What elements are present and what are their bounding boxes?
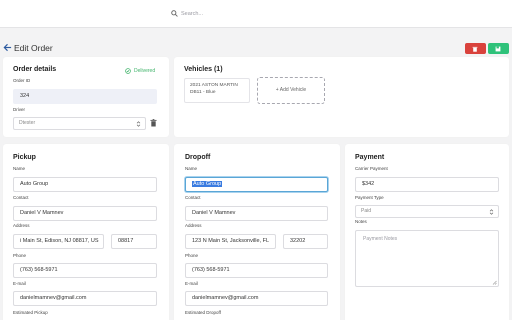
- dropoff-address-label: Address: [185, 223, 202, 228]
- dropoff-email-field[interactable]: danielmamnev@gmail.com: [185, 291, 328, 306]
- dropoff-phone-label: Phone: [185, 253, 199, 258]
- dropoff-email-label: E-mail: [185, 281, 198, 286]
- pickup-estimated-label: Estimated Pickup: [13, 310, 48, 315]
- dropoff-title: Dropoff: [185, 154, 211, 161]
- dropoff-name-value: Auto Group: [192, 181, 223, 187]
- remove-driver-icon[interactable]: [150, 119, 157, 127]
- pickup-contact-field[interactable]: Daniel V Mamnev: [13, 206, 157, 221]
- save-button[interactable]: [488, 43, 509, 54]
- pickup-phone-label: Phone: [13, 253, 27, 258]
- dropoff-address-field[interactable]: 123 N Main St, Jacksonville, FL: [185, 234, 276, 249]
- order-id-label: Order ID: [13, 78, 31, 83]
- page-title: Edit Order: [14, 43, 53, 53]
- chevron-updown-icon: [136, 121, 141, 127]
- dropoff-contact-field[interactable]: Daniel V Mamnev: [185, 206, 328, 221]
- payment-notes-placeholder: Payment Notes: [363, 236, 398, 242]
- dropoff-name-label: Name: [185, 166, 198, 171]
- vehicle-item[interactable]: 2021 ASTON MARTIN DB11 - Blue: [184, 78, 250, 103]
- status-badge: Delivered: [134, 68, 156, 74]
- notes-label: Notes: [355, 219, 367, 224]
- carrier-payment-label: Carrier Payment: [355, 166, 388, 171]
- pickup-name-field[interactable]: Auto Group: [13, 177, 157, 192]
- save-icon: [495, 46, 501, 52]
- pickup-name-label: Name: [13, 166, 26, 171]
- search-icon: [171, 10, 178, 17]
- order-id-field[interactable]: 324: [13, 89, 157, 104]
- pickup-email-field[interactable]: danielmamnev@gmail.com: [13, 291, 157, 306]
- payment-type-select[interactable]: Paid: [355, 205, 499, 218]
- dropoff-zip-field[interactable]: 32202: [283, 234, 328, 249]
- carrier-payment-field[interactable]: $342: [355, 177, 499, 192]
- chevron-updown-icon: [489, 209, 494, 215]
- dropoff-estimated-label: Estimated Dropoff: [185, 310, 221, 315]
- dropoff-name-field[interactable]: Auto Group: [185, 177, 328, 192]
- order-details-title: Order details: [13, 66, 57, 73]
- payment-title: Payment: [355, 154, 385, 161]
- driver-label: Driver: [13, 107, 25, 112]
- pickup-address-label: Address: [13, 223, 30, 228]
- dropoff-contact-label: Contact: [185, 195, 201, 200]
- back-arrow-icon[interactable]: [3, 43, 12, 52]
- top-bar: [0, 0, 512, 28]
- pickup-title: Pickup: [13, 154, 36, 161]
- pickup-contact-label: Contact: [13, 195, 29, 200]
- payment-type-value: Paid: [361, 208, 372, 214]
- driver-select-value: Dtester: [19, 120, 36, 126]
- pickup-zip-field[interactable]: 08817: [111, 234, 157, 249]
- pickup-phone-field[interactable]: (763) 568-5971: [13, 263, 157, 278]
- driver-select[interactable]: Dtester: [13, 117, 146, 130]
- payment-notes-textarea[interactable]: Payment Notes: [355, 230, 499, 287]
- delete-button[interactable]: [465, 43, 486, 54]
- check-circle-icon: [125, 68, 131, 74]
- trash-icon: [472, 46, 478, 52]
- add-vehicle-button[interactable]: + Add Vehicle: [257, 77, 325, 104]
- pickup-email-label: E-mail: [13, 281, 26, 286]
- vehicles-title: Vehicles (1): [184, 66, 223, 73]
- dropoff-phone-field[interactable]: (763) 568-5971: [185, 263, 328, 278]
- search-input[interactable]: [181, 9, 381, 19]
- resize-handle-icon[interactable]: [492, 280, 497, 285]
- payment-type-label: Payment Type: [355, 195, 384, 200]
- pickup-address-field[interactable]: i Main St, Edison, NJ 08817, US: [13, 234, 104, 249]
